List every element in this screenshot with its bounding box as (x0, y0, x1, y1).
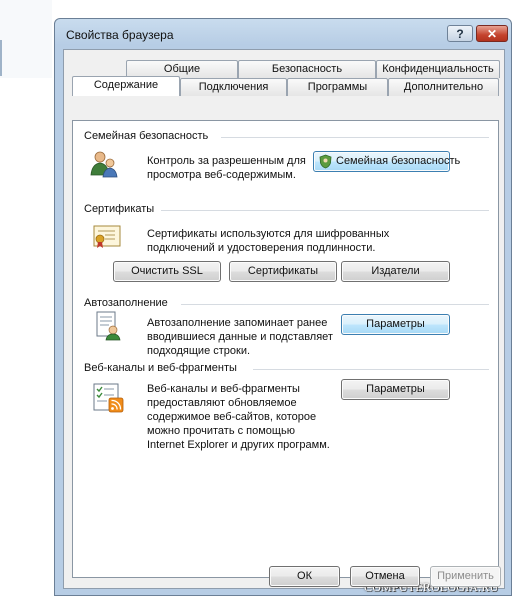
feeds-desc-line1: Веб-каналы и веб-фрагменты (147, 383, 300, 395)
background-window-mark (0, 40, 2, 76)
autocomplete-heading: Автозаполнение (84, 297, 168, 309)
title-bar[interactable]: Свойства браузера ? ✕ (55, 19, 511, 49)
tab-privacy[interactable]: Конфиденциальность (376, 60, 500, 78)
close-icon: ✕ (486, 26, 498, 41)
certificates-desc-line1: Сертификаты используются для шифрованных (147, 228, 390, 240)
clear-ssl-button[interactable]: Очистить SSL (113, 261, 221, 282)
autocomplete-desc-line2: вводившиеся данные и подставляет (147, 331, 333, 343)
close-button[interactable]: ✕ (476, 25, 508, 42)
publishers-button[interactable]: Издатели (341, 261, 450, 282)
browser-properties-dialog: Свойства браузера ? ✕ Общие Безопасность… (54, 18, 512, 596)
certificate-icon (93, 225, 121, 248)
autocomplete-desc-line1: Автозаполнение запоминает ранее (147, 317, 328, 329)
family-safety-desc-line1: Контроль за разрешенным для (147, 155, 306, 167)
help-button[interactable]: ? (447, 25, 473, 42)
feeds-icon (93, 383, 124, 413)
content-tab-panel: Семейная безопасность Контроль за разреш… (72, 120, 499, 578)
shield-icon (319, 154, 332, 169)
group-divider (253, 369, 489, 370)
autocomplete-icon (96, 311, 121, 341)
family-safety-heading: Семейная безопасность (84, 130, 209, 142)
help-icon: ? (456, 26, 464, 41)
tab-connections[interactable]: Подключения (180, 78, 287, 96)
autocomplete-settings-button[interactable]: Параметры (341, 314, 450, 335)
family-safety-button-label: Семейная безопасность (336, 155, 461, 167)
tab-security[interactable]: Безопасность (238, 60, 376, 78)
feeds-settings-button[interactable]: Параметры (341, 379, 450, 400)
family-safety-icon (90, 151, 118, 178)
group-divider (221, 137, 489, 138)
family-safety-button[interactable]: Семейная безопасность (313, 151, 460, 172)
certificates-desc-line2: подключений и удостоверения подлинности. (147, 242, 376, 254)
autocomplete-desc-line3: подходящие строки. (147, 345, 251, 357)
feeds-desc-line4: можно прочитать с помощью (147, 425, 295, 437)
dialog-client-area: Общие Безопасность Конфиденциальность Со… (63, 49, 505, 589)
dialog-title: Свойства браузера (66, 28, 174, 42)
feeds-desc-line3: содержимое веб-сайтов, которое (147, 411, 317, 423)
group-divider (161, 210, 489, 211)
certificates-heading: Сертификаты (84, 203, 155, 215)
ok-button[interactable]: ОК (269, 566, 340, 587)
apply-button[interactable]: Применить (430, 566, 501, 587)
group-divider (181, 304, 489, 305)
feeds-heading: Веб-каналы и веб-фрагменты (84, 362, 237, 374)
feeds-desc-line2: предоставляют обновляемое (147, 397, 297, 409)
certificates-button[interactable]: Сертификаты (229, 261, 337, 282)
tab-content[interactable]: Содержание (72, 76, 180, 96)
cancel-button[interactable]: Отмена (350, 566, 420, 587)
tab-advanced[interactable]: Дополнительно (388, 78, 499, 96)
tab-programs[interactable]: Программы (287, 78, 388, 96)
background-window-edge (0, 0, 52, 78)
family-safety-desc-line2: просмотра веб-содержимым. (147, 169, 296, 181)
feeds-desc-line5: Internet Explorer и других программ. (147, 439, 330, 451)
